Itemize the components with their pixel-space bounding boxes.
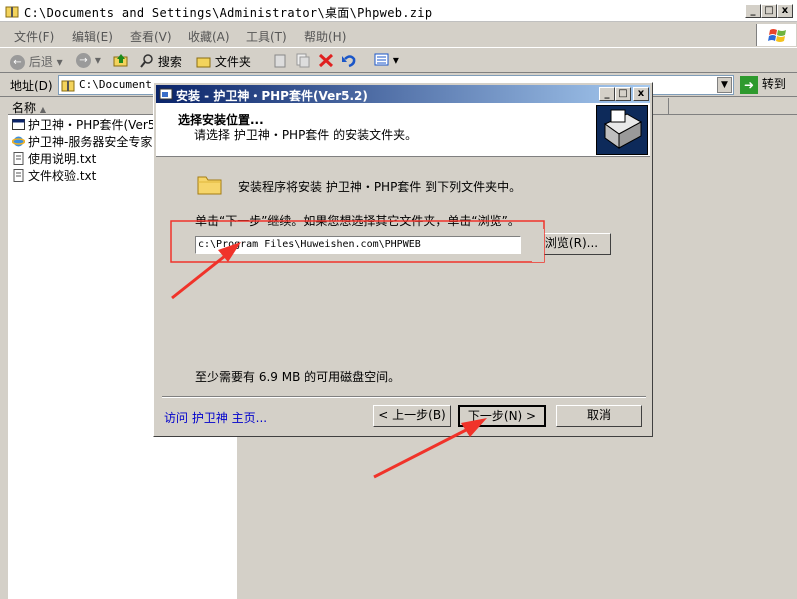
annotation-overlay xyxy=(170,220,545,479)
arrow-to-path xyxy=(171,250,231,300)
arrow-to-next-head xyxy=(461,418,487,437)
explorer-window: C:\Documents and Settings\Administrator\… xyxy=(0,0,797,599)
highlight-gap xyxy=(532,229,544,262)
arrow-to-next xyxy=(373,426,471,479)
